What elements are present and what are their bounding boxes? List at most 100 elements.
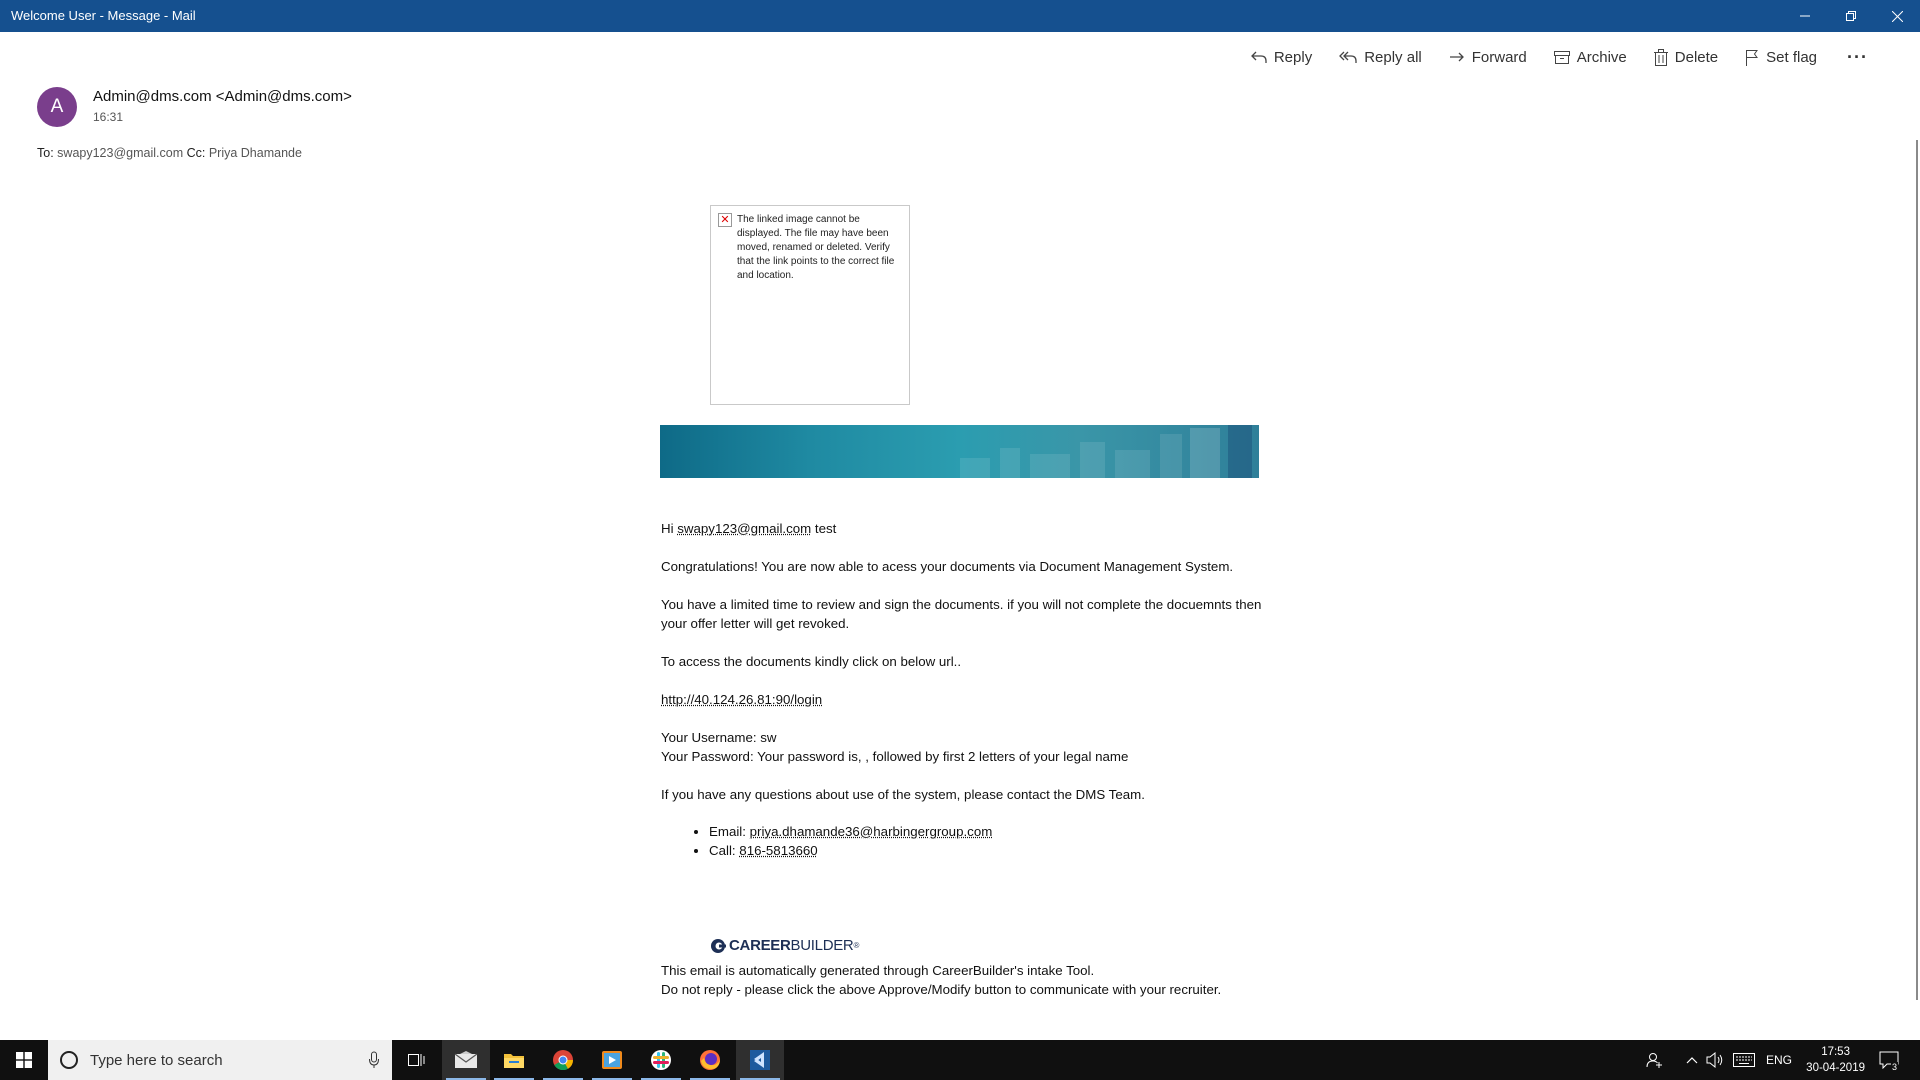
greeting: Hi swapy123@gmail.com test bbox=[661, 519, 1281, 538]
task-view-button[interactable] bbox=[392, 1040, 440, 1080]
avatar: A bbox=[37, 87, 77, 127]
scrollbar[interactable] bbox=[1916, 140, 1918, 1000]
keyboard-button[interactable] bbox=[1733, 1040, 1755, 1080]
mail-icon bbox=[454, 1051, 478, 1068]
greeting-email-link[interactable]: swapy123@gmail.com bbox=[677, 521, 811, 536]
greeting-prefix: Hi bbox=[661, 521, 678, 536]
logo-text-bold: CAREER bbox=[729, 937, 791, 954]
reply-icon bbox=[1250, 51, 1267, 63]
cortana-icon bbox=[60, 1051, 78, 1069]
sent-time: 16:31 bbox=[93, 110, 124, 124]
clock-date: 30-04-2019 bbox=[1806, 1062, 1865, 1074]
login-url-link[interactable]: http://40.124.26.81:90/login bbox=[661, 692, 822, 707]
taskbar-vscode[interactable] bbox=[736, 1040, 784, 1080]
logo-registered: ® bbox=[853, 941, 860, 950]
recipients-line: To: swapy123@gmail.com Cc: Priya Dhamand… bbox=[37, 146, 302, 160]
delete-label: Delete bbox=[1674, 48, 1719, 66]
contact-list: Email: priya.dhamande36@harbingergroup.c… bbox=[661, 822, 1281, 860]
footer-line-1: This email is automatically generated th… bbox=[661, 963, 1095, 978]
sender-name[interactable]: Admin@dms.com <Admin@dms.com> bbox=[93, 88, 352, 105]
trash-icon bbox=[1653, 48, 1668, 66]
taskbar-clock[interactable]: 17:53 30-04-2019 bbox=[1806, 1044, 1865, 1076]
taskbar: Type here to search ENG 17:53 30-04-2019 bbox=[0, 1040, 1920, 1080]
reply-button[interactable]: Reply bbox=[1250, 49, 1312, 66]
taskbar-media-app[interactable] bbox=[588, 1040, 636, 1080]
flag-icon bbox=[1746, 49, 1759, 66]
taskbar-slack[interactable] bbox=[637, 1040, 685, 1080]
delete-button[interactable]: Delete bbox=[1653, 48, 1719, 66]
people-icon bbox=[1646, 1053, 1662, 1068]
slack-icon bbox=[651, 1050, 671, 1070]
people-button[interactable] bbox=[1645, 1040, 1663, 1080]
media-player-icon bbox=[602, 1051, 622, 1069]
reply-all-button[interactable]: Reply all bbox=[1338, 49, 1422, 66]
restore-icon bbox=[1846, 11, 1856, 21]
task-view-icon bbox=[408, 1054, 425, 1066]
greeting-suffix: test bbox=[811, 521, 837, 536]
minimize-button[interactable] bbox=[1782, 0, 1828, 32]
email-footer: This email is automatically generated th… bbox=[661, 961, 1221, 999]
taskbar-file-explorer[interactable] bbox=[490, 1040, 538, 1080]
restore-button[interactable] bbox=[1828, 0, 1874, 32]
microphone-icon[interactable] bbox=[368, 1051, 380, 1069]
password-line: Your Password: Your password is, , follo… bbox=[661, 749, 1129, 764]
contact-email-link[interactable]: priya.dhamande36@harbingergroup.com bbox=[750, 824, 993, 839]
start-button[interactable] bbox=[0, 1040, 48, 1080]
tray-overflow-button[interactable] bbox=[1686, 1040, 1698, 1080]
chevron-up-icon bbox=[1686, 1057, 1698, 1064]
close-button[interactable] bbox=[1874, 0, 1920, 32]
reply-label: Reply bbox=[1273, 48, 1313, 66]
title-bar: Welcome User - Message - Mail bbox=[0, 0, 1920, 32]
firefox-icon bbox=[700, 1050, 720, 1070]
broken-image-message: The linked image cannot be displayed. Th… bbox=[737, 214, 895, 281]
forward-icon bbox=[1449, 52, 1464, 62]
window-title: Welcome User - Message - Mail bbox=[11, 8, 196, 23]
list-item: Email: priya.dhamande36@harbingergroup.c… bbox=[709, 822, 1281, 841]
archive-icon bbox=[1553, 51, 1570, 64]
cc-label: Cc: bbox=[186, 146, 206, 160]
list-item: Call: 816-5813660 bbox=[709, 841, 1281, 860]
archive-button[interactable]: Archive bbox=[1553, 49, 1627, 66]
access-paragraph: To access the documents kindly click on … bbox=[661, 654, 962, 669]
reply-all-icon bbox=[1339, 51, 1357, 63]
to-recipient[interactable]: swapy123@gmail.com bbox=[57, 146, 183, 160]
archive-label: Archive bbox=[1576, 48, 1627, 66]
broken-image-placeholder: ✕ The linked image cannot be displayed. … bbox=[710, 205, 910, 405]
chrome-icon bbox=[553, 1050, 574, 1071]
to-label: To: bbox=[37, 146, 54, 160]
cc-recipient[interactable]: Priya Dhamande bbox=[209, 146, 302, 160]
forward-button[interactable]: Forward bbox=[1448, 49, 1527, 66]
language-indicator[interactable]: ENG bbox=[1766, 1040, 1792, 1080]
taskbar-mail-app[interactable] bbox=[442, 1040, 490, 1080]
message-toolbar: Reply Reply all Forward Archive Delete S… bbox=[1224, 44, 1868, 70]
windows-icon bbox=[16, 1052, 32, 1068]
questions-paragraph: If you have any questions about use of t… bbox=[661, 787, 1145, 802]
minimize-icon bbox=[1800, 15, 1810, 17]
careerbuilder-logo: CAREER BUILDER ® bbox=[710, 937, 859, 954]
search-placeholder: Type here to search bbox=[90, 1051, 223, 1069]
taskbar-firefox[interactable] bbox=[686, 1040, 734, 1080]
username-line: Your Username: sw bbox=[661, 730, 777, 745]
code-editor-icon bbox=[750, 1050, 770, 1070]
set-flag-label: Set flag bbox=[1766, 48, 1818, 66]
set-flag-button[interactable]: Set flag bbox=[1744, 49, 1817, 66]
logo-text-light: BUILDER bbox=[790, 937, 854, 954]
volume-button[interactable] bbox=[1706, 1040, 1724, 1080]
taskbar-search-box[interactable]: Type here to search bbox=[48, 1040, 392, 1080]
limited-time-paragraph: You have a limited time to review and si… bbox=[661, 597, 1262, 631]
forward-label: Forward bbox=[1471, 48, 1527, 66]
taskbar-chrome[interactable] bbox=[539, 1040, 587, 1080]
close-icon bbox=[1891, 10, 1903, 22]
folder-icon bbox=[504, 1054, 524, 1068]
reply-all-label: Reply all bbox=[1364, 48, 1422, 66]
action-center-button[interactable]: 3 bbox=[1879, 1040, 1899, 1080]
more-actions-button[interactable]: ··· bbox=[1847, 47, 1868, 68]
broken-image-icon: ✕ bbox=[718, 213, 732, 227]
email-body: Hi swapy123@gmail.com test Congratulatio… bbox=[661, 519, 1281, 860]
contact-phone-link[interactable]: 816-5813660 bbox=[739, 843, 817, 858]
clock-time: 17:53 bbox=[1821, 1046, 1850, 1058]
notification-count: 3 bbox=[1891, 1062, 1899, 1072]
careerbuilder-logo-icon bbox=[711, 938, 726, 953]
email-banner-image bbox=[660, 425, 1259, 478]
speaker-icon bbox=[1706, 1052, 1723, 1068]
